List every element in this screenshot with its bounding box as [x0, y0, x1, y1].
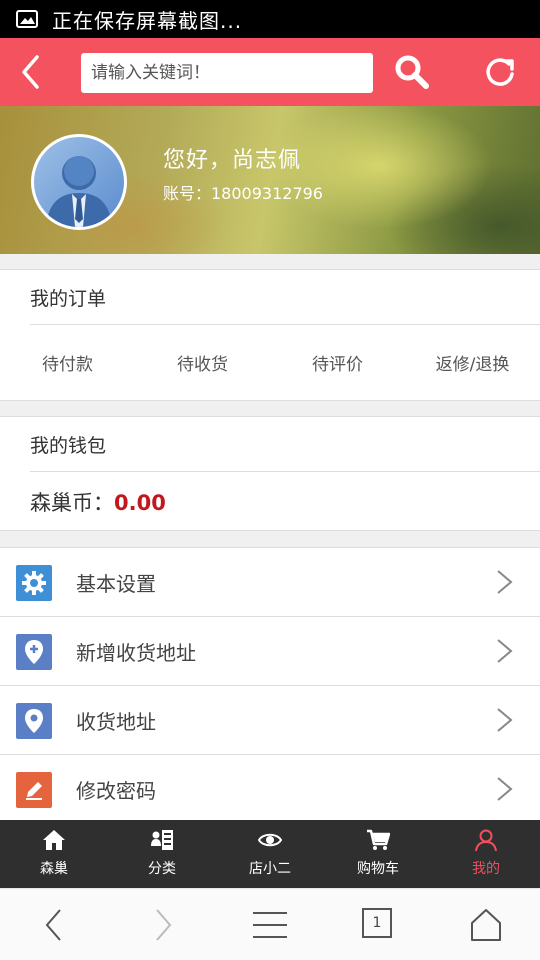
tab-mine[interactable]: 我的 [432, 820, 540, 888]
menu-item-basic-settings[interactable]: 基本设置 [0, 548, 540, 617]
location-icon [16, 703, 52, 739]
cart-icon [367, 829, 390, 850]
back-arrow-icon[interactable] [35, 905, 75, 945]
chevron-right-icon [497, 639, 513, 663]
my-orders-section: 我的订单 待付款 待收货 待评价 返修/退换 [0, 269, 540, 401]
pencil-icon [16, 772, 52, 808]
order-tab-pending-receipt[interactable]: 待收货 [135, 350, 270, 375]
my-wallet-section: 我的钱包 森巢币：0.00 [0, 416, 540, 531]
menu-label: 基本设置 [76, 572, 156, 596]
user-icon [475, 829, 497, 852]
add-location-icon [16, 634, 52, 670]
coin-label: 森巢币： [30, 491, 114, 515]
tab-cart[interactable]: 购物车 [324, 820, 432, 888]
order-tab-returns[interactable]: 返修/退换 [405, 350, 540, 375]
menu-label: 新增收货地址 [76, 641, 196, 665]
order-tab-pending-payment[interactable]: 待付款 [0, 350, 135, 375]
menu-item-shipping-address[interactable]: 收货地址 [0, 686, 540, 755]
chevron-right-icon [497, 570, 513, 594]
settings-menu: 基本设置 新增收货地址 收货地址 修改密码 [0, 547, 540, 824]
coin-value: 0.00 [114, 491, 166, 515]
tab-home[interactable]: 森巢 [0, 820, 108, 888]
home-icon [43, 830, 65, 850]
forward-arrow-icon[interactable] [142, 905, 182, 945]
tab-label: 森巢 [40, 861, 68, 877]
divider [30, 324, 540, 325]
bottom-tab-bar: 森巢 分类 店小二 购物车 我的 [0, 820, 540, 888]
menu-item-add-address[interactable]: 新增收货地址 [0, 617, 540, 686]
tab-shop-assistant[interactable]: 店小二 [216, 820, 324, 888]
search-icon[interactable] [392, 52, 432, 92]
tabs-count-button[interactable]: 1 [362, 908, 392, 938]
menu-label: 修改密码 [76, 779, 156, 803]
gear-icon [16, 565, 52, 601]
home-outline-icon[interactable] [466, 905, 506, 945]
browser-nav-bar [0, 888, 540, 960]
chevron-right-icon [497, 708, 513, 732]
tab-label: 我的 [472, 861, 500, 877]
top-bar: 请输入关键词！ [0, 38, 540, 106]
order-tab-pending-review[interactable]: 待评价 [270, 350, 405, 375]
profile-banner: 您好，尚志佩 账号：18009312796 [0, 106, 540, 254]
tab-label: 购物车 [357, 861, 399, 877]
refresh-icon[interactable] [480, 52, 520, 92]
greeting-text: 您好，尚志佩 [163, 148, 302, 173]
tab-category[interactable]: 分类 [108, 820, 216, 888]
user-avatar-icon [46, 156, 112, 227]
account-number: 账号：18009312796 [163, 184, 323, 203]
menu-item-change-password[interactable]: 修改密码 [0, 755, 540, 824]
divider [30, 471, 540, 472]
eye-icon [258, 833, 282, 847]
chevron-left-icon [22, 55, 39, 89]
category-icon [151, 830, 173, 850]
image-icon [16, 10, 38, 28]
my-orders-title[interactable]: 我的订单 [30, 284, 106, 311]
status-bar: 正在保存屏幕截图... [0, 0, 540, 38]
tab-label: 店小二 [249, 861, 291, 877]
coin-balance: 森巢币：0.00 [30, 487, 166, 517]
my-wallet-title[interactable]: 我的钱包 [30, 431, 106, 458]
back-button[interactable] [10, 50, 50, 94]
tab-label: 分类 [148, 861, 176, 877]
menu-label: 收货地址 [76, 710, 156, 734]
status-text: 正在保存屏幕截图... [52, 8, 243, 33]
avatar[interactable] [31, 134, 127, 230]
menu-icon[interactable] [250, 905, 290, 945]
chevron-right-icon [497, 777, 513, 801]
search-input[interactable]: 请输入关键词！ [81, 53, 373, 93]
